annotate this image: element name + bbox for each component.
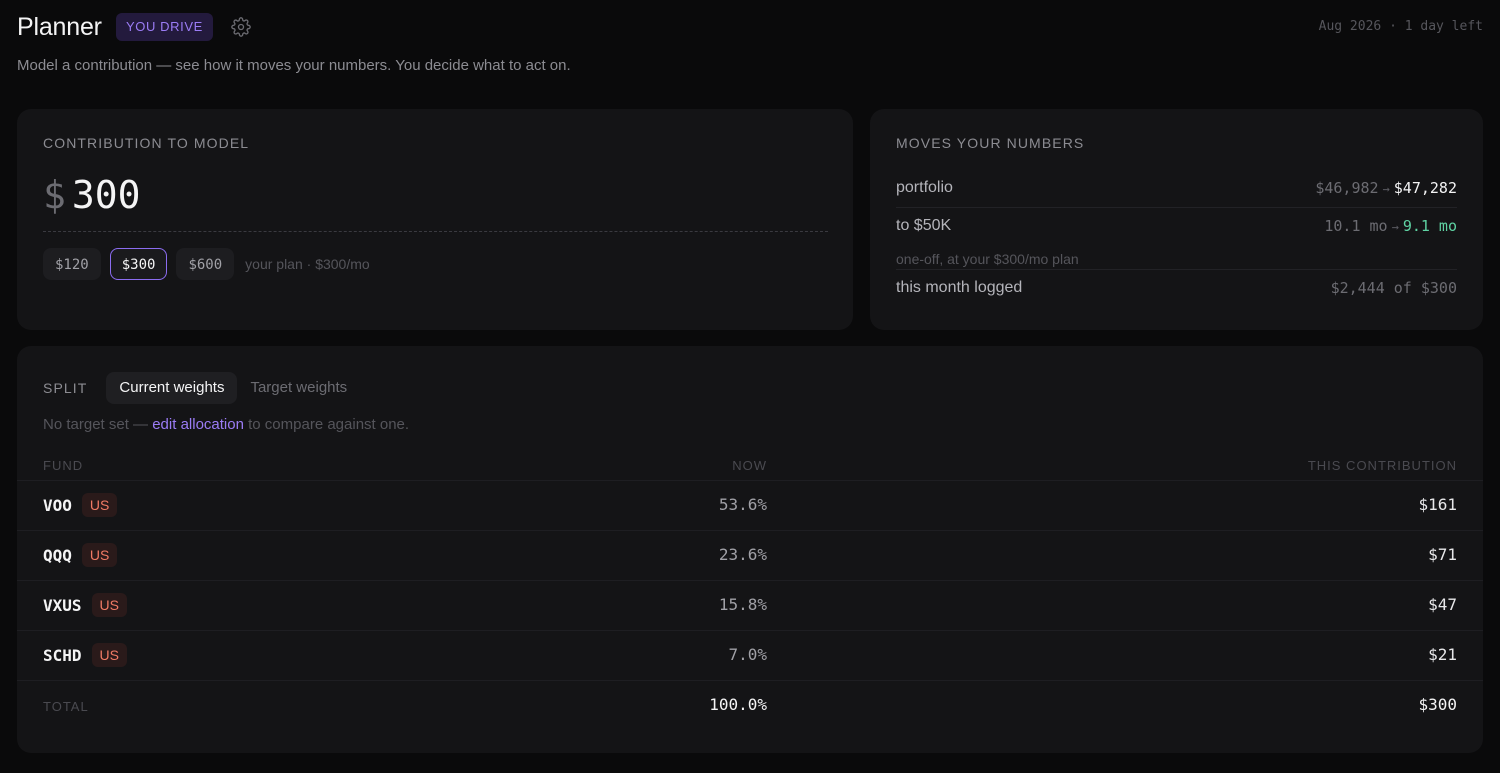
- region-tag: US: [81, 493, 118, 517]
- amount-underline: [43, 231, 828, 232]
- logged-label: this month logged: [896, 279, 1023, 296]
- fund-ticker: VOO: [43, 495, 72, 515]
- moves-label: MOVES YOUR NUMBERS: [896, 135, 1085, 151]
- table-row: SCHD US 7.0% $21: [17, 630, 1483, 680]
- total-now: 100.0%: [709, 695, 767, 714]
- table-row: VXUS US 15.8% $47: [17, 580, 1483, 630]
- column-header-fund: FUND: [43, 458, 84, 473]
- goal-label: to $50K: [896, 217, 952, 234]
- portfolio-from: $46,982: [1315, 179, 1379, 197]
- region-tag: US: [81, 543, 118, 567]
- fund-ticker: QQQ: [43, 545, 72, 565]
- contribution-amount-cell: $161: [1418, 495, 1457, 514]
- preset-300-button[interactable]: $300: [109, 248, 168, 280]
- arrow-right-icon: →: [1391, 220, 1399, 234]
- fund-ticker: VXUS: [43, 595, 82, 615]
- table-row: VOO US 53.6% $161: [17, 480, 1483, 530]
- contribution-amount-cell: $47: [1428, 595, 1457, 614]
- goal-note: one-off, at your $300/mo plan: [896, 251, 1079, 267]
- portfolio-to: $47,282: [1393, 179, 1457, 197]
- divider: [896, 269, 1457, 270]
- preset-120-button[interactable]: $120: [43, 248, 101, 280]
- fund-cell: VOO US: [43, 493, 118, 517]
- column-header-contribution: THIS CONTRIBUTION: [1307, 458, 1457, 473]
- now-weight: 15.8%: [718, 595, 767, 614]
- fund-cell: VXUS US: [43, 593, 127, 617]
- page-header: Planner YOU DRIVE Aug 2026 · 1 day left: [17, 12, 1483, 44]
- contribution-amount-input[interactable]: $ 300: [43, 173, 141, 219]
- now-weight: 23.6%: [718, 545, 767, 564]
- split-header: SPLIT Current weights Target weights: [43, 372, 360, 404]
- goal-change: 10.1 mo → 9.1 mo: [1324, 217, 1457, 235]
- preset-group: $120 $300 $600 your plan · $300/mo: [43, 248, 370, 280]
- hint-prefix: No target set —: [43, 416, 149, 433]
- fund-ticker: SCHD: [43, 645, 82, 665]
- portfolio-label: portfolio: [896, 179, 953, 196]
- currency-symbol: $: [43, 173, 66, 217]
- tab-current-weights[interactable]: Current weights: [106, 372, 238, 404]
- period-status: Aug 2026 · 1 day left: [1318, 19, 1483, 34]
- split-hint: No target set — edit allocation to compa…: [43, 416, 409, 433]
- fund-cell: SCHD US: [43, 643, 127, 667]
- contribution-card: CONTRIBUTION TO MODEL $ 300 $120 $300 $6…: [17, 109, 853, 330]
- now-weight: 7.0%: [728, 645, 767, 664]
- goal-from: 10.1 mo: [1324, 217, 1388, 235]
- total-contribution: $300: [1418, 695, 1457, 714]
- edit-allocation-link[interactable]: edit allocation: [152, 416, 244, 433]
- region-tag: US: [91, 643, 127, 667]
- divider: [896, 207, 1457, 208]
- contribution-amount-cell: $71: [1428, 545, 1457, 564]
- moves-card: MOVES YOUR NUMBERS portfolio $46,982 → $47…: [870, 109, 1483, 330]
- hint-suffix: to compare against one.: [248, 416, 410, 433]
- total-row: TOTAL 100.0% $300: [17, 680, 1483, 730]
- portfolio-change: $46,982 → $47,282: [1315, 179, 1457, 197]
- plan-note: your plan · $300/mo: [245, 256, 370, 272]
- preset-600-button[interactable]: $600: [176, 248, 235, 280]
- split-label: SPLIT: [43, 380, 88, 396]
- table-row: QQQ US 23.6% $71: [17, 530, 1483, 580]
- goal-row: to $50K 10.1 mo → 9.1 mo one-off, at your …: [896, 217, 1457, 273]
- goal-to: 9.1 mo: [1402, 217, 1457, 235]
- now-weight: 53.6%: [718, 495, 767, 514]
- page-subtitle: Model a contribution — see how it moves …: [17, 57, 571, 74]
- contribution-amount-cell: $21: [1428, 645, 1457, 664]
- arrow-right-icon: →: [1382, 182, 1390, 196]
- page-title: Planner: [17, 13, 102, 41]
- column-header-now: NOW: [732, 458, 767, 473]
- tab-target-weights[interactable]: Target weights: [237, 372, 360, 404]
- mode-badge: YOU DRIVE: [116, 13, 213, 41]
- portfolio-row: portfolio $46,982 → $47,282: [896, 179, 1457, 203]
- fund-cell: QQQ US: [43, 543, 118, 567]
- gear-icon[interactable]: [231, 17, 251, 37]
- total-label: TOTAL: [43, 699, 89, 714]
- logged-row: this month logged $2,444 of $300: [896, 279, 1457, 303]
- region-tag: US: [91, 593, 127, 617]
- split-card: SPLIT Current weights Target weights No …: [17, 346, 1483, 753]
- contribution-amount[interactable]: 300: [72, 173, 141, 217]
- contribution-label: CONTRIBUTION TO MODEL: [43, 135, 250, 151]
- logged-value: $2,444 of $300: [1330, 279, 1457, 297]
